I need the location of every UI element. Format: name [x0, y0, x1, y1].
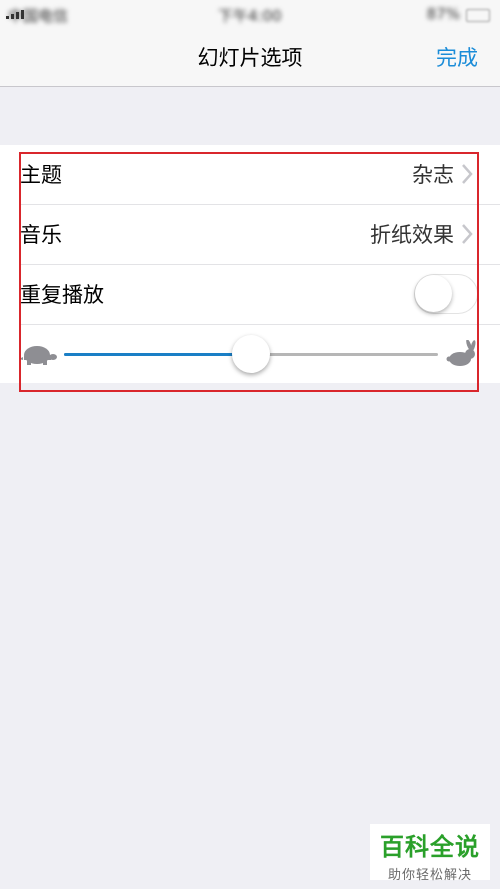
repeat-toggle[interactable] [414, 274, 478, 314]
watermark-logo: 百科全说 助你轻松解决 [370, 824, 490, 883]
music-label: 音乐 [20, 223, 62, 247]
theme-value: 杂志 [412, 163, 454, 187]
battery-icon [466, 9, 490, 22]
watermark-title: 百科全说 [380, 833, 480, 861]
theme-row[interactable]: 主题 杂志 [0, 145, 500, 205]
music-value: 折纸效果 [370, 223, 454, 247]
speed-slider-fill [64, 353, 251, 356]
repeat-label: 重复播放 [20, 283, 104, 307]
chevron-right-icon [462, 224, 473, 244]
watermark-subtitle: 助你轻松解决 [387, 868, 472, 883]
theme-label: 主题 [20, 163, 62, 187]
speed-slider-track[interactable] [64, 335, 438, 373]
page-title: 幻灯片选项 [197, 46, 303, 70]
repeat-row: 重复播放 [0, 265, 500, 325]
slideshow-options-group: 主题 杂志 音乐 折纸效果 重复播放 [0, 145, 500, 383]
rabbit-icon [446, 340, 476, 366]
done-button[interactable]: 完成 [436, 42, 478, 72]
turtle-icon [19, 346, 57, 365]
battery-percent: 87% [426, 5, 460, 23]
carrier-name: 中国电信 [8, 7, 69, 25]
speed-slider-row [0, 325, 500, 383]
navigation-bar: 幻灯片选项 完成 [0, 30, 500, 87]
status-time: 下午4:00 [218, 7, 282, 25]
music-row[interactable]: 音乐 折纸效果 [0, 205, 500, 265]
speed-slider-thumb[interactable] [232, 335, 270, 373]
chevron-right-icon [462, 164, 473, 184]
status-bar: 中国电信 下午4:00 87% [0, 0, 500, 30]
toggle-knob [415, 275, 452, 312]
